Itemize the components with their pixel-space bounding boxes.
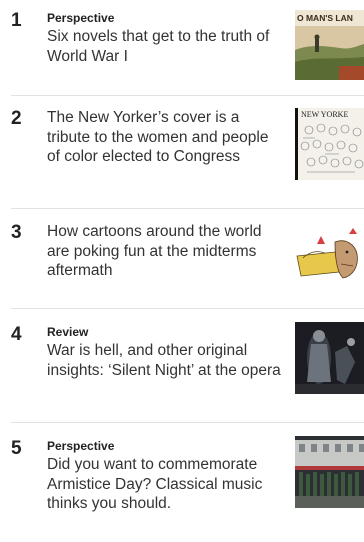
story-text: Perspective Six novels that get to the t… (47, 11, 284, 66)
list-item[interactable]: 5 Perspective Did you want to commemorat… (0, 436, 364, 542)
rank-number: 4 (11, 324, 22, 345)
thumbnail-image-opera-stage (295, 322, 364, 394)
story-thumbnail[interactable] (295, 322, 364, 394)
list-item[interactable]: 2 The New Yorker’s cover is a tribute to… (0, 108, 364, 203)
story-headline-link[interactable]: War is hell, and other original insights… (47, 341, 284, 380)
story-headline-link[interactable]: How cartoons around the world are poking… (47, 222, 284, 281)
divider (11, 422, 364, 423)
story-text: How cartoons around the world are poking… (47, 222, 284, 281)
story-thumbnail[interactable]: O MAN'S LAN (295, 10, 364, 80)
rank-number: 3 (11, 222, 22, 243)
list-item[interactable]: 4 Review War is hell, and other original… (0, 322, 364, 394)
story-thumbnail[interactable] (295, 222, 364, 290)
divider (11, 95, 364, 96)
thumbnail-caption: NEW YORKE (301, 110, 348, 119)
story-headline-link[interactable]: Did you want to commemorate Armistice Da… (47, 455, 284, 514)
story-kicker: Perspective (47, 11, 115, 25)
story-headline-link[interactable]: The New Yorker’s cover is a tribute to t… (47, 108, 284, 167)
rank-number: 1 (11, 10, 22, 31)
thumbnail-image-armistice-ceremony (295, 436, 364, 508)
story-text: The New Yorker’s cover is a tribute to t… (47, 108, 284, 167)
thumbnail-image-new-yorker-cover: NEW YORKE (295, 108, 364, 180)
thumbnail-image-cartoon (295, 222, 364, 290)
list-item[interactable]: 3 How cartoons around the world are poki… (0, 222, 364, 292)
story-text: Perspective Did you want to commemorate … (47, 439, 284, 514)
thumbnail-caption: O MAN'S LAN (297, 13, 353, 23)
story-headline-link[interactable]: Six novels that get to the truth of Worl… (47, 27, 284, 66)
story-text: Review War is hell, and other original i… (47, 325, 284, 380)
story-thumbnail[interactable]: NEW YORKE (295, 108, 364, 180)
thumbnail-image-no-mans-land: O MAN'S LAN (295, 10, 364, 80)
divider (11, 308, 364, 309)
story-kicker: Review (47, 325, 89, 339)
story-kicker: Perspective (47, 439, 115, 453)
list-item[interactable]: 1 Perspective Six novels that get to the… (0, 10, 364, 90)
divider (11, 208, 364, 209)
rank-number: 2 (11, 108, 22, 129)
story-thumbnail[interactable] (295, 436, 364, 508)
rank-number: 5 (11, 438, 22, 459)
